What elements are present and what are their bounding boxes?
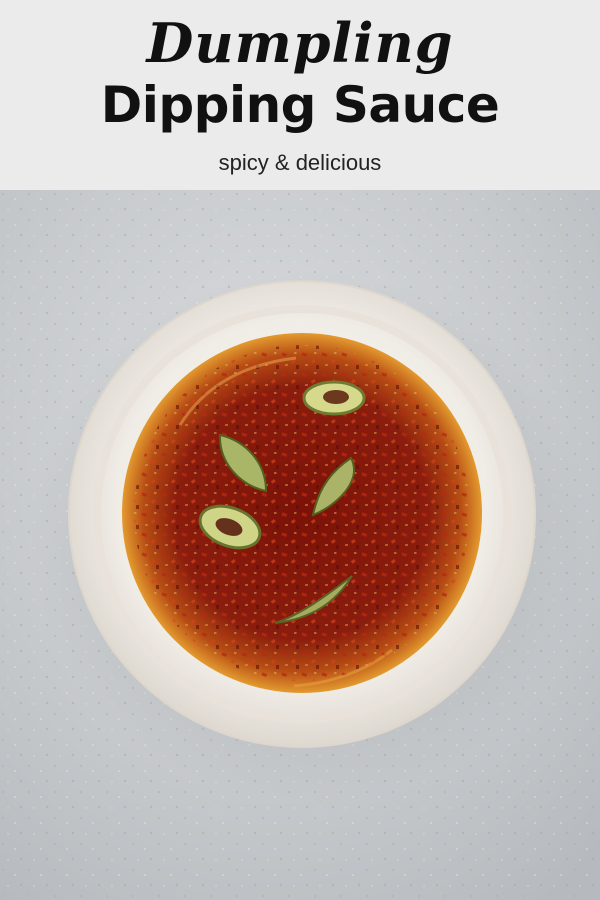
script-title: Dumpling xyxy=(146,11,454,75)
sauce-photo xyxy=(0,190,600,900)
title-banner: Dumpling Dipping Sauce spicy & delicious xyxy=(0,0,600,190)
photo-illustration xyxy=(0,190,600,900)
chili-flakes xyxy=(134,345,470,681)
subtitle: spicy & delicious xyxy=(218,150,382,175)
page: Dumpling Dipping Sauce spicy & delicious xyxy=(0,0,600,900)
main-title: Dipping Sauce xyxy=(100,76,500,134)
